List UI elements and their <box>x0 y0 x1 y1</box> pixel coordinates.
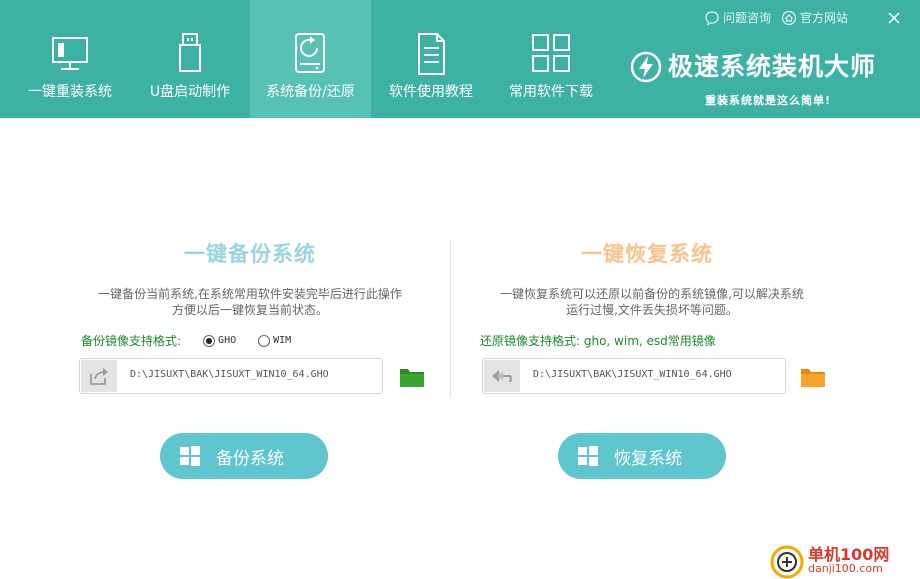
format-radio-label: GHO <box>218 335 237 346</box>
nav-tab-usb-boot[interactable]: U盘启动制作 <box>130 0 250 118</box>
app-grid-icon <box>532 34 570 72</box>
home-circle-icon <box>781 10 797 26</box>
backup-path-value[interactable]: D:\JISUXT\BAK\JISUXT_WIN10_64.GHO <box>130 369 329 380</box>
document-icon <box>418 33 445 75</box>
lightning-logo-icon <box>630 51 662 83</box>
nav-tab-label: 常用软件下载 <box>509 84 593 100</box>
browse-folder-icon[interactable] <box>399 366 425 388</box>
restore-path-value[interactable]: D:\JISUXT\BAK\JISUXT_WIN10_64.GHO <box>533 369 732 380</box>
windows-logo-icon <box>578 446 598 466</box>
monitor-icon <box>52 37 88 70</box>
close-icon[interactable] <box>884 8 904 28</box>
watermark-logo-icon <box>770 545 804 579</box>
backup-desc-line: 一键备份当前系统,在系统常用软件安装完毕后进行此操作 <box>98 287 402 301</box>
brand-slogan: 重装系统就是这么简单! <box>705 94 832 107</box>
double-back-arrow-icon <box>492 370 512 383</box>
restore-description: 一键恢复系统可以还原以前备份的系统镜像,可以解决系统 运行过慢,文件丢失损坏等问… <box>462 286 842 318</box>
backup-share-button[interactable] <box>81 360 117 392</box>
browse-folder-icon[interactable] <box>800 366 826 388</box>
panel-divider <box>450 240 451 398</box>
format-radio-gho[interactable]: GHO <box>203 333 236 349</box>
hdd-restore-icon <box>295 33 325 73</box>
chat-bubble-icon <box>705 11 719 26</box>
backup-format-label: 备份镜像支持格式: <box>81 334 182 348</box>
backup-desc-line: 方便以后一键恢复当前状态。 <box>171 303 328 317</box>
restore-format-row: 还原镜像支持格式: gho, wim, esd常用镜像 <box>480 333 716 349</box>
watermark-url: danji100.com <box>808 562 883 575</box>
windows-logo-icon <box>180 446 200 466</box>
backup-format-row: 备份镜像支持格式: GHO WIM <box>81 333 291 349</box>
restore-desc-line: 运行过慢,文件丢失损坏等问题。 <box>566 303 738 317</box>
nav-tab-backup-restore[interactable]: 系统备份/还原 <box>250 0 371 118</box>
nav-tab-label: 系统备份/还原 <box>266 84 355 100</box>
nav-tab-label: 软件使用教程 <box>389 84 473 100</box>
restore-title: 一键恢复系统 <box>581 242 713 266</box>
brand-title: 极速系统装机大师 <box>668 52 877 81</box>
restore-desc-line: 一键恢复系统可以还原以前备份的系统镜像,可以解决系统 <box>500 287 804 301</box>
consult-link[interactable]: 问题咨询 <box>704 8 771 28</box>
nav-tab-label: 一键重装系统 <box>28 84 112 100</box>
backup-path-box: D:\JISUXT\BAK\JISUXT_WIN10_64.GHO <box>79 358 383 394</box>
website-link-label: 官方网站 <box>799 11 848 25</box>
app-header: 一键重装系统 U盘启动制作 系统备份/还原 软件使用教程 常用软件下载 问题咨询… <box>0 0 920 118</box>
restore-path-box: D:\JISUXT\BAK\JISUXT_WIN10_64.GHO <box>482 358 786 394</box>
usb-drive-icon <box>179 33 201 72</box>
nav-tab-software-download[interactable]: 常用软件下载 <box>491 0 611 118</box>
restore-format-label: 还原镜像支持格式: gho, wim, esd常用镜像 <box>480 334 716 348</box>
consult-link-label: 问题咨询 <box>722 11 771 25</box>
brand: 极速系统装机大师 <box>630 50 900 84</box>
site-watermark: 单机100网 danji100.com <box>770 541 920 579</box>
restore-system-button[interactable]: 恢复系统 <box>558 433 726 479</box>
nav-tab-tutorial[interactable]: 软件使用教程 <box>371 0 491 118</box>
top-links: 问题咨询 官方网站 <box>704 8 848 28</box>
nav-tab-reinstall[interactable]: 一键重装系统 <box>10 0 130 118</box>
backup-system-button[interactable]: 备份系统 <box>160 433 328 479</box>
share-arrow-icon <box>90 368 108 385</box>
format-radio-wim[interactable]: WIM <box>258 333 291 349</box>
backup-description: 一键备份当前系统,在系统常用软件安装完毕后进行此操作 方便以后一键恢复当前状态。 <box>60 286 440 318</box>
backup-title: 一键备份系统 <box>184 242 316 266</box>
website-link[interactable]: 官方网站 <box>781 8 848 28</box>
restore-back-button[interactable] <box>484 360 520 392</box>
format-radio-label: WIM <box>273 335 292 346</box>
nav-tab-label: U盘启动制作 <box>149 84 231 100</box>
radio-dot <box>258 335 271 347</box>
backup-system-button-label: 备份系统 <box>216 448 284 469</box>
radio-dot <box>203 335 216 347</box>
restore-system-button-label: 恢复系统 <box>614 448 682 469</box>
